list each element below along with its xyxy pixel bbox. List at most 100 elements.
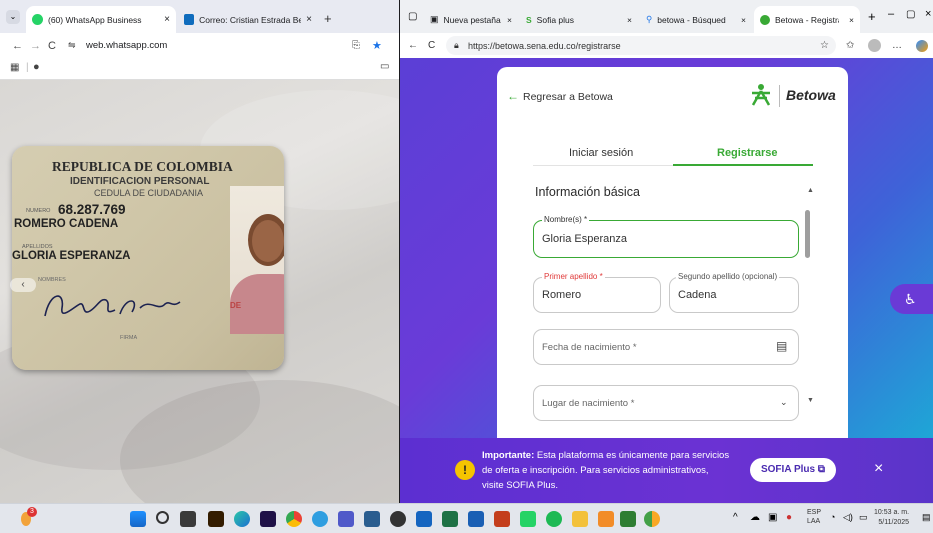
calculator-icon[interactable]	[364, 511, 380, 527]
app-green-icon[interactable]	[620, 511, 636, 527]
search-icon: ⚲	[646, 14, 653, 24]
primer-apellido-label: Primer apellido *	[542, 272, 605, 281]
back-arrow-icon[interactable]: ←	[507, 89, 519, 103]
close-tab-button[interactable]: ×	[741, 15, 746, 25]
task-view-icon[interactable]	[180, 511, 196, 527]
section-title: Información básica	[535, 185, 640, 199]
tab-registrarse[interactable]: Registrarse	[717, 147, 778, 159]
maximize-button[interactable]: ▢	[906, 9, 915, 20]
fecha-nacimiento-field[interactable]: Fecha de nacimiento * ▤	[533, 329, 799, 365]
word-icon[interactable]	[468, 511, 484, 527]
after-effects-icon[interactable]	[260, 511, 276, 527]
photos-icon[interactable]	[416, 511, 432, 527]
accessibility-button[interactable]: ♿︎	[890, 284, 933, 314]
close-tab-button[interactable]: ×	[627, 15, 632, 25]
minimize-button[interactable]: –	[888, 8, 894, 20]
github-icon[interactable]: ●	[33, 61, 40, 73]
language-indicator[interactable]: ESP LAA	[807, 508, 821, 526]
chevron-down-icon[interactable]: ⌄	[780, 397, 788, 408]
tab-search[interactable]: ⚲ betowa - Búsqued ×	[640, 6, 752, 33]
tab-sofia-plus[interactable]: S Sofia plus ×	[520, 6, 638, 33]
tab-betowa-register[interactable]: Betowa - Registra ×	[754, 6, 860, 33]
illustrator-icon[interactable]	[208, 511, 224, 527]
close-tab-button[interactable]: ×	[849, 15, 854, 25]
tab-list-dropdown[interactable]: ⌄	[6, 10, 20, 24]
windows-taskbar: 3 ^ ☁ ▣ ● ESP LAA ◔ ◁) ▭ 10:53 a. m. 5/1…	[0, 503, 933, 533]
start-windows-icon[interactable]	[130, 511, 146, 527]
primer-apellido-field[interactable]: Primer apellido * Romero	[533, 272, 661, 313]
site-info-icon[interactable]: ⇋	[68, 40, 76, 51]
chrome-canary-icon[interactable]	[644, 511, 660, 527]
tab-whatsapp[interactable]: (60) WhatsApp Business ×	[26, 6, 176, 33]
new-tab-button[interactable]: +	[868, 9, 876, 24]
apps-grid-icon[interactable]: ▦	[10, 62, 19, 73]
signature-label: FIRMA	[120, 335, 138, 341]
wifi-icon[interactable]: ◔	[830, 512, 835, 522]
scroll-down-icon[interactable]: ▼	[807, 397, 814, 404]
show-hidden-icons[interactable]: ^	[733, 512, 738, 523]
copilot-icon[interactable]	[916, 39, 928, 52]
url-text[interactable]: web.whatsapp.com	[86, 40, 167, 51]
reload-icon[interactable]: C	[48, 40, 56, 52]
tab-outlook[interactable]: Correo: Cristian Estrada Betanc ×	[178, 6, 318, 33]
edge-icon[interactable]	[234, 511, 250, 527]
clock-date: 5/11/2025	[878, 519, 910, 526]
external-link-icon: ⧉	[817, 464, 825, 475]
more-menu-icon[interactable]: …	[892, 40, 902, 51]
previous-image-button[interactable]: ‹	[10, 278, 36, 292]
close-window-button[interactable]: ×	[925, 8, 931, 20]
collapse-icon[interactable]: ▲	[807, 187, 814, 194]
nombres-field[interactable]: Nombre(s) * Gloria Esperanza	[533, 215, 799, 258]
close-tab-button[interactable]: ×	[507, 15, 512, 25]
back-arrow-icon[interactable]: ←	[408, 40, 418, 51]
scrollbar-thumb[interactable]	[805, 210, 810, 258]
clock[interactable]: 10:53 a. m. 5/11/2025	[874, 508, 909, 528]
excel-icon[interactable]	[442, 511, 458, 527]
card-surnames: ROMERO CADENA	[14, 218, 119, 230]
reload-icon[interactable]: C	[428, 40, 435, 51]
tab-title: Betowa - Registra	[775, 14, 839, 25]
banner-bold: Importante:	[482, 450, 535, 461]
bookmark-star-icon[interactable]: ★	[372, 39, 382, 52]
teams-icon[interactable]	[338, 511, 354, 527]
app-icon[interactable]	[312, 511, 328, 527]
profile-avatar[interactable]	[868, 39, 881, 52]
folder-icon[interactable]: ▭	[380, 61, 389, 72]
back-link[interactable]: Regresar a Betowa	[523, 91, 613, 103]
favorites-icon[interactable]: ✩	[846, 40, 854, 51]
spotify-icon[interactable]	[546, 511, 562, 527]
forward-arrow-icon[interactable]: →	[30, 40, 41, 52]
search-icon[interactable]	[156, 511, 169, 524]
tab-actions-icon[interactable]: ▢	[408, 11, 417, 22]
close-tab-button[interactable]: ×	[306, 14, 312, 25]
powerpoint-icon[interactable]	[494, 511, 510, 527]
onedrive-icon[interactable]: ☁	[750, 512, 760, 523]
favorite-star-icon[interactable]: ☆	[820, 40, 829, 51]
notifications-icon[interactable]: ▤	[922, 512, 931, 523]
battery-icon[interactable]: ▭	[859, 512, 868, 523]
tray-app-icon[interactable]: ▣	[768, 512, 777, 523]
chrome-icon[interactable]	[286, 511, 302, 527]
url-text[interactable]: https://betowa.sena.edu.co/registrarse	[468, 41, 621, 51]
calendar-icon[interactable]: ▤	[776, 339, 787, 353]
close-tab-button[interactable]: ×	[164, 14, 170, 25]
number-label: NUMERO	[26, 208, 51, 214]
segundo-apellido-field[interactable]: Segundo apellido (opcional) Cadena	[669, 272, 799, 313]
signature	[44, 295, 181, 317]
volume-icon[interactable]: ◁)	[843, 512, 853, 523]
weather-icon[interactable]: 3	[18, 507, 37, 528]
sofia-plus-button[interactable]: SOFIA Plus ⧉	[750, 458, 836, 482]
close-banner-button[interactable]: ×	[874, 460, 883, 478]
tab-new-tab[interactable]: ▣ Nueva pestaña ×	[424, 6, 518, 33]
card-doc-type: CEDULA DE CIUDADANIA	[94, 188, 204, 198]
tray-app2-icon[interactable]: ●	[786, 512, 792, 523]
whatsapp-icon[interactable]	[520, 511, 536, 527]
app-orange-icon[interactable]	[598, 511, 614, 527]
file-explorer-icon[interactable]	[572, 511, 588, 527]
new-tab-button[interactable]: +	[324, 11, 332, 26]
back-arrow-icon[interactable]: ←	[12, 40, 23, 52]
lugar-nacimiento-field[interactable]: Lugar de nacimiento * ⌄	[533, 385, 799, 421]
tab-iniciar-sesion[interactable]: Iniciar sesión	[569, 147, 633, 159]
obs-icon[interactable]	[390, 511, 406, 527]
install-app-icon[interactable]: ⎘	[352, 40, 360, 51]
